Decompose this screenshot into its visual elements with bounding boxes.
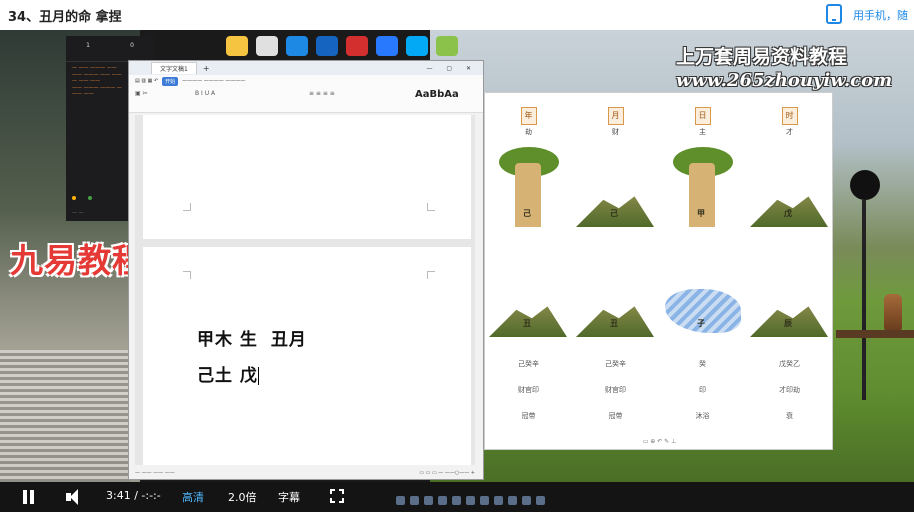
page-1: [143, 115, 471, 239]
folder-icon[interactable]: [226, 36, 248, 56]
stem-art-day: 甲: [659, 145, 746, 233]
pause-icon[interactable]: [22, 490, 36, 504]
panel-toolbar[interactable]: ▭ ⊕ ↶ ✎ ⊥: [485, 438, 834, 445]
life-stage-row: 冠带 冠带 沐浴 衰: [521, 412, 794, 420]
speed-button[interactable]: 2.0倍: [228, 489, 257, 505]
panel-tab-2[interactable]: 0: [130, 42, 134, 49]
word-ribbon: ▣ ✂ B I U A ≡ ≡ ≡ ≡ AaBbAa: [129, 87, 483, 113]
mobile-link[interactable]: 用手机，随: [853, 7, 908, 23]
recycle-icon[interactable]: [256, 36, 278, 56]
red-watermark: 九易教程: [10, 241, 146, 280]
word-statusbar: — —— —— —— ▭ ▭ ▭ — ——○—— +: [129, 467, 483, 479]
margin-mark: [183, 271, 191, 279]
word-menubar: ▤ ▥ ▦ ↶ 开始 ———— ———— ————: [129, 75, 483, 87]
menu-icons[interactable]: ▤ ▥ ▦ ↶: [135, 78, 158, 84]
status-text: — —— —— ——: [135, 470, 175, 476]
fullscreen-icon[interactable]: [330, 489, 344, 503]
gods-row: 劫 财 主 才: [485, 127, 834, 137]
lamp-pole: [862, 200, 866, 400]
chrome-icon[interactable]: [436, 36, 458, 56]
god-month: 财: [612, 128, 619, 136]
player-controls: 3:41 / -:-:- 高清 2.0倍 字幕: [0, 482, 914, 512]
font-controls[interactable]: B I U A: [195, 90, 215, 97]
window-controls[interactable]: — ▢ ✕: [426, 65, 477, 72]
ten-gods-row: 财官印 财官印 印 才印劫: [518, 386, 800, 394]
taskbar-icons: [396, 496, 545, 508]
video-title: 34、丑月的命 拿捏: [8, 10, 122, 25]
style-sample[interactable]: AaBbAa: [415, 89, 459, 100]
word-titlebar: 文字文稿1 + — ▢ ✕: [129, 61, 483, 75]
table-shape: [836, 330, 914, 338]
text-caret: [257, 367, 259, 385]
margin-mark: [427, 203, 435, 211]
header-bar: 34、丑月的命 拿捏 用手机，随: [0, 0, 914, 30]
volume-icon[interactable]: [66, 489, 84, 505]
pillar-hour: 时: [781, 107, 798, 125]
edge-icon[interactable]: [406, 36, 428, 56]
god-day: 主: [699, 128, 706, 136]
quality-button[interactable]: 高清: [182, 489, 204, 505]
time-display: 3:41 / -:-:-: [106, 489, 161, 502]
branch-art-hour: 辰: [746, 255, 833, 343]
stem-art-hour: 戊: [746, 145, 833, 233]
branch-art-day: 子: [659, 255, 746, 343]
branch-art-year: 丑: [485, 255, 572, 343]
monitor-icon[interactable]: [286, 36, 308, 56]
paste-icon[interactable]: ▣ ✂: [135, 90, 148, 97]
document-area[interactable]: 甲木 生 丑月 己土 戊: [135, 115, 475, 465]
page-2: 甲木 生 丑月 己土 戊: [143, 247, 471, 465]
god-year: 劫: [525, 128, 532, 136]
watermark-title: 上万套周易资料教程: [676, 46, 848, 68]
doc-tab[interactable]: 文字文稿1: [151, 62, 197, 74]
paragraph-controls[interactable]: ≡ ≡ ≡ ≡: [309, 90, 335, 97]
background-stairs: [0, 350, 130, 482]
lamp-icon: [850, 170, 880, 200]
menu-home[interactable]: 开始: [162, 76, 179, 86]
doc-line-2[interactable]: 己土 戊: [197, 361, 259, 386]
video-page: 34、丑月的命 拿捏 用手机，随 1 0 — —— ——— —— —— ——— …: [0, 0, 914, 512]
margin-mark: [183, 203, 191, 211]
wps-icon[interactable]: [346, 36, 368, 56]
panel-tab-1[interactable]: 1: [86, 42, 90, 49]
watermark-url: www.265zhouyiw.com: [676, 70, 893, 91]
pillar-year: 年: [520, 107, 537, 125]
god-hour: 才: [786, 128, 793, 136]
margin-mark: [427, 271, 435, 279]
app-icon[interactable]: [316, 36, 338, 56]
desktop-icons: [226, 36, 458, 60]
hidden-stems-row: 己癸辛 己癸辛 癸 戊癸乙: [518, 360, 800, 368]
pillar-month: 月: [607, 107, 624, 125]
subtitle-button[interactable]: 字幕: [278, 489, 300, 505]
zoom-slider[interactable]: ▭ ▭ ▭ — ——○—— +: [419, 470, 475, 476]
kettle-shape: [884, 294, 902, 330]
stem-art-year: 己: [485, 145, 572, 233]
menu-more[interactable]: ———— ———— ————: [182, 78, 245, 84]
stem-art-month: 己: [572, 145, 659, 233]
panel-status: [72, 196, 94, 202]
stem-art-row: 己 己 甲 戊: [485, 145, 834, 233]
branch-art-month: 丑: [572, 255, 659, 343]
doc-line-1[interactable]: 甲木 生 丑月: [197, 325, 307, 350]
bazi-chart-panel: 年 月 日 时 劫 财 主 才 己 己 甲 戊 丑 丑 子 辰 己癸辛 己癸辛 …: [484, 92, 833, 450]
video-frame[interactable]: 1 0 — —— ——— —— —— ——— —— —— — —— —— —— ———…: [0, 30, 914, 482]
word-window: 文字文稿1 + — ▢ ✕ ▤ ▥ ▦ ↶ 开始 ———— ———— ———— …: [128, 60, 484, 480]
new-tab-icon[interactable]: +: [203, 64, 210, 73]
pillar-row: 年 月 日 时: [485, 103, 834, 125]
phone-icon[interactable]: [826, 4, 842, 24]
photo-icon[interactable]: [376, 36, 398, 56]
pillar-day: 日: [694, 107, 711, 125]
branch-art-row: 丑 丑 子 辰: [485, 255, 834, 343]
